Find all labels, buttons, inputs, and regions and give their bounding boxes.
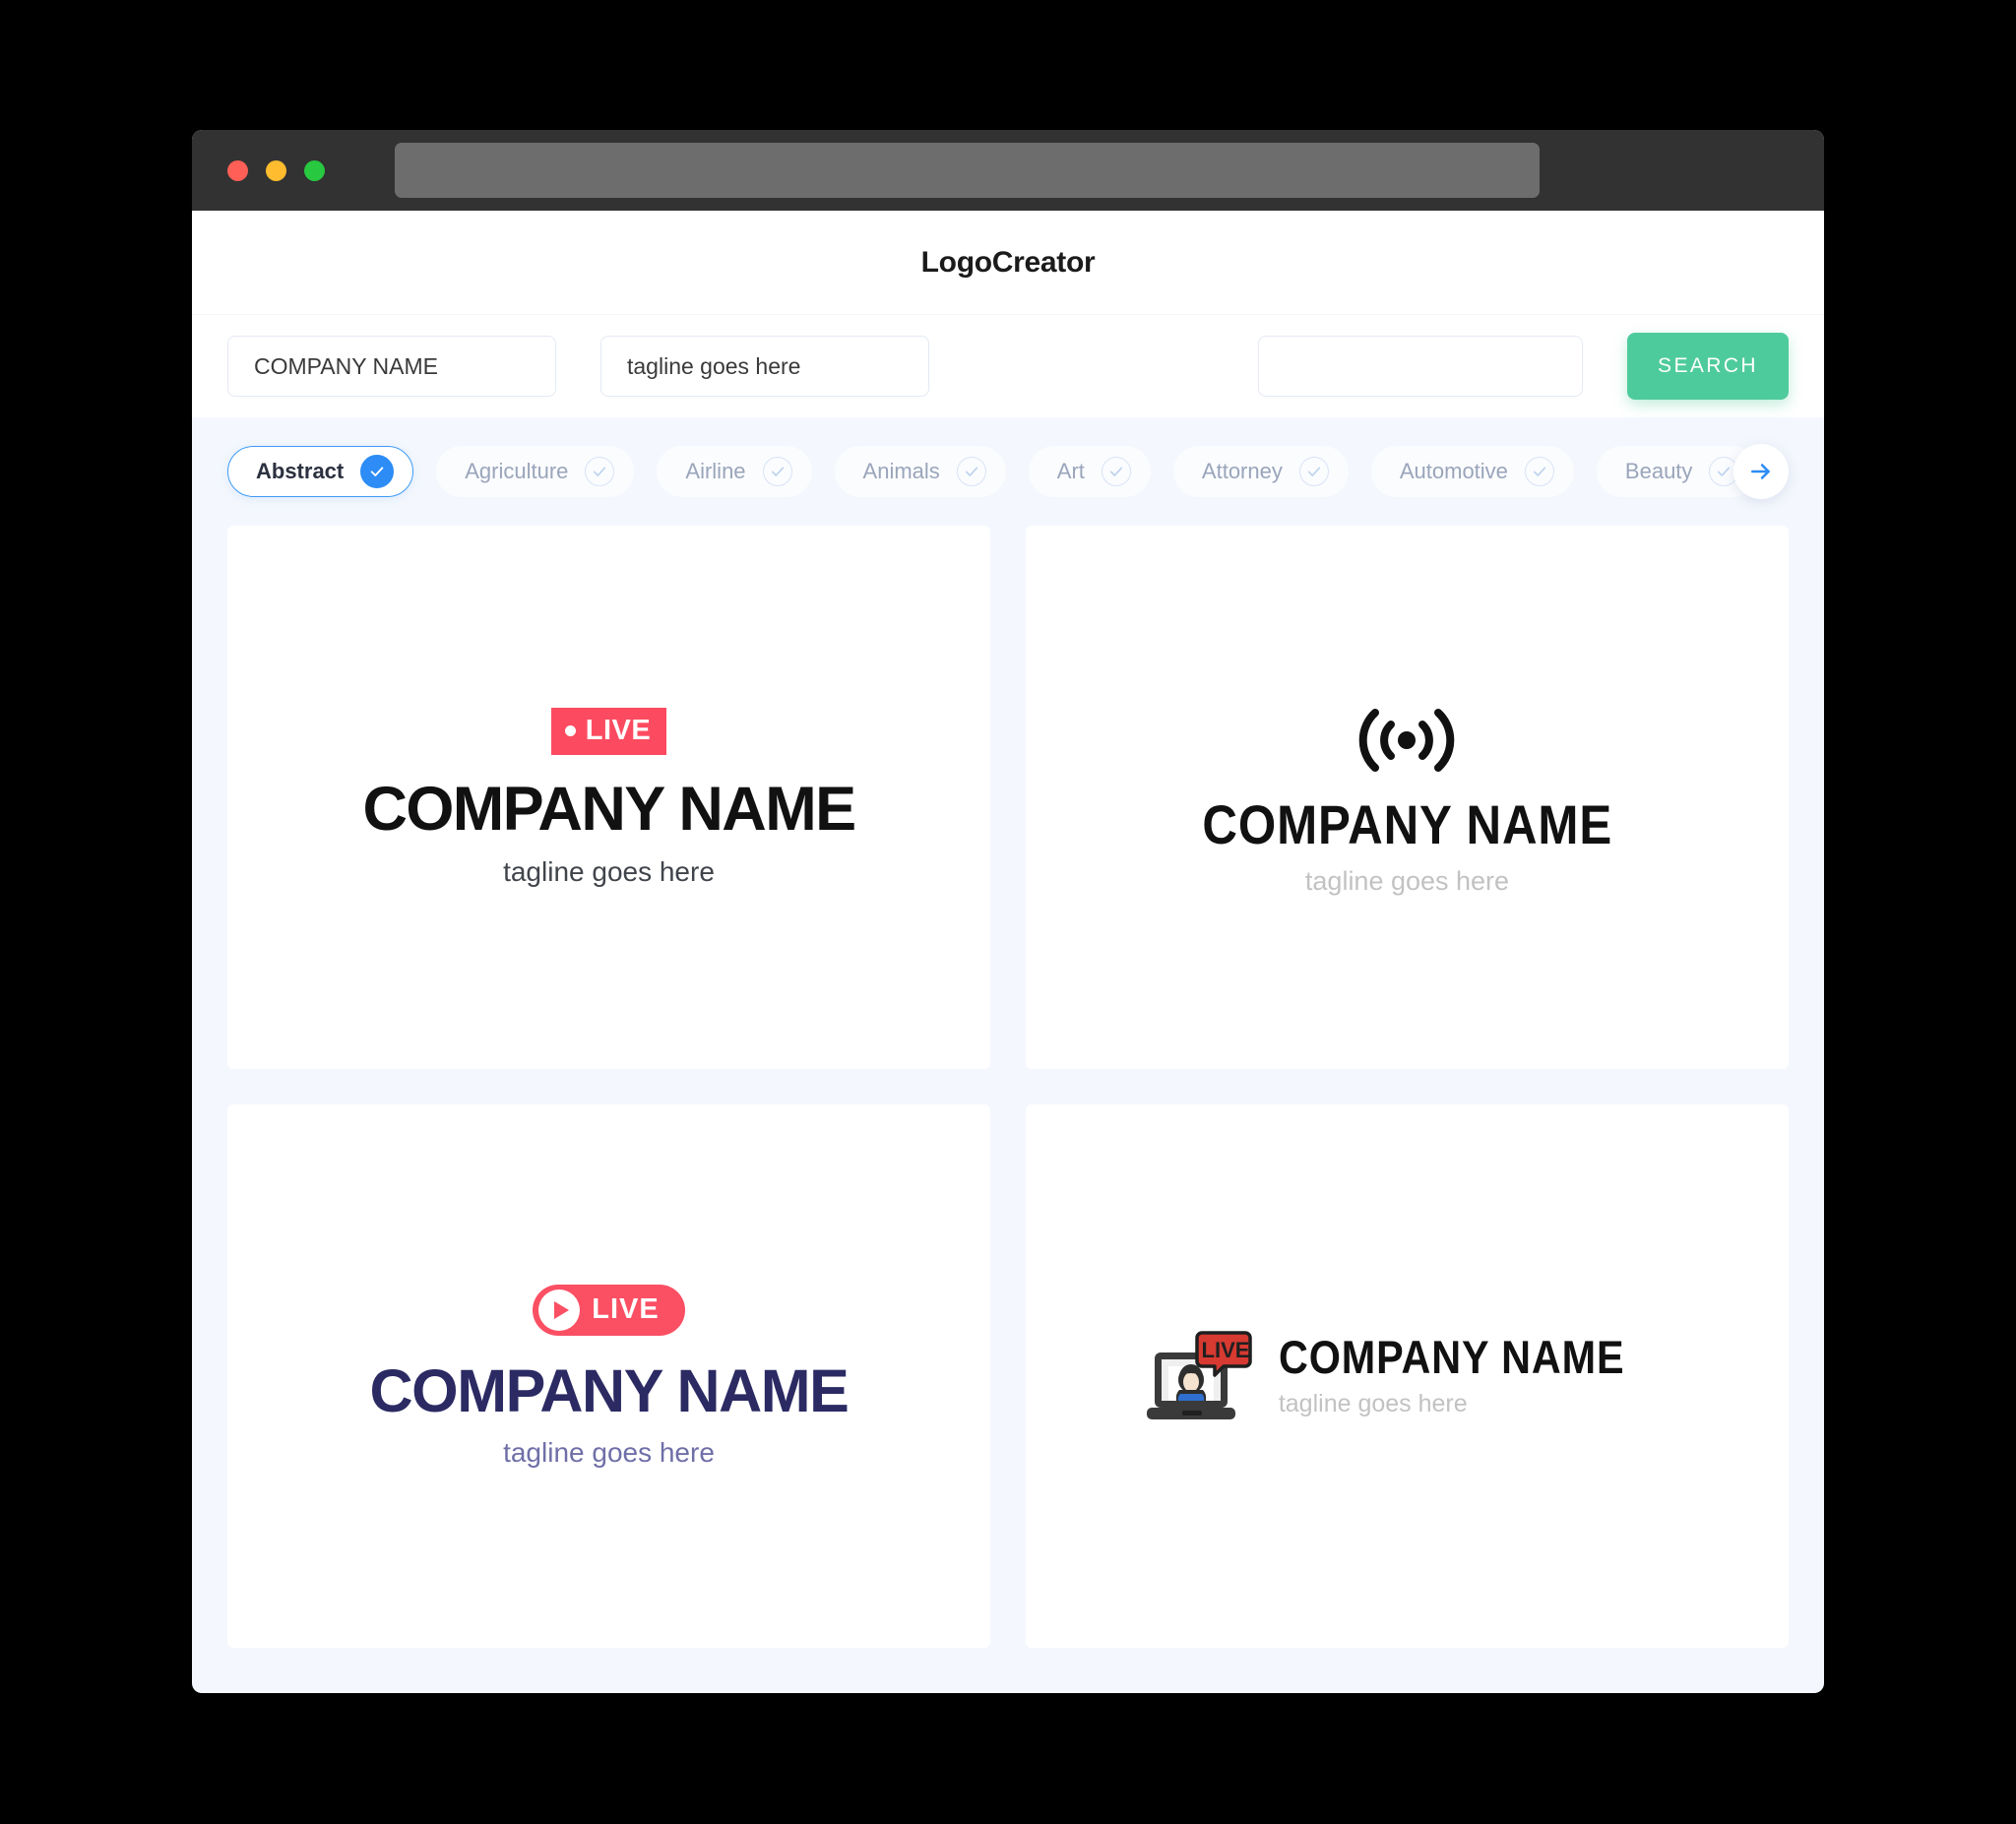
category-chip-animals[interactable]: Animals bbox=[834, 446, 1006, 497]
browser-window: LogoCreator SEARCH Abstract Agriculture … bbox=[192, 130, 1824, 1693]
category-chip-label: Automotive bbox=[1399, 459, 1508, 483]
laptop-live-streamer-icon: LIVE bbox=[1146, 1331, 1252, 1419]
keyword-input[interactable] bbox=[1258, 336, 1583, 397]
arrow-right-icon bbox=[1751, 464, 1770, 479]
logo-tagline: tagline goes here bbox=[1278, 1390, 1468, 1417]
live-badge-text: LIVE bbox=[592, 1293, 660, 1325]
logo-card-3[interactable]: LIVE COMPANY NAME tagline goes here bbox=[227, 1104, 990, 1648]
logo-tagline: tagline goes here bbox=[503, 1436, 715, 1468]
browser-titlebar bbox=[192, 130, 1824, 211]
category-chip-label: Beauty bbox=[1624, 459, 1693, 483]
category-chip-automotive[interactable]: Automotive bbox=[1370, 446, 1574, 497]
logo-preview: LIVE COMPANY NAME tagline goes here bbox=[362, 707, 857, 888]
check-circle-icon bbox=[762, 457, 792, 486]
category-chip-label: Abstract bbox=[256, 459, 345, 483]
logo-text-block: COMPANY NAME tagline goes here bbox=[1279, 1334, 1671, 1418]
category-chip-label: Airline bbox=[685, 459, 746, 483]
app-title: LogoCreator bbox=[920, 245, 1096, 279]
check-circle-icon bbox=[1298, 457, 1329, 486]
category-chip-label: Attorney bbox=[1201, 459, 1283, 483]
check-circle-icon bbox=[956, 457, 986, 486]
check-circle-icon bbox=[360, 455, 395, 488]
category-chip-label: Art bbox=[1056, 459, 1085, 483]
logo-tagline: tagline goes here bbox=[1304, 865, 1510, 896]
url-bar[interactable] bbox=[395, 143, 1540, 198]
tagline-input[interactable] bbox=[600, 336, 929, 397]
logo-card-4[interactable]: LIVE COMPANY NAME tagline goes here bbox=[1026, 1104, 1789, 1648]
next-categories-button[interactable] bbox=[1733, 444, 1789, 499]
category-chip-abstract[interactable]: Abstract bbox=[227, 446, 414, 497]
logo-tagline: tagline goes here bbox=[503, 855, 715, 887]
close-window-button[interactable] bbox=[227, 159, 248, 181]
check-circle-icon bbox=[1524, 457, 1554, 486]
live-dot-icon bbox=[564, 724, 576, 736]
live-badge-text: LIVE bbox=[585, 714, 652, 746]
logo-preview: LIVE COMPANY NAME tagline goes here bbox=[1143, 1321, 1671, 1431]
logo-card-2[interactable]: COMPANY NAME tagline goes here bbox=[1026, 526, 1789, 1069]
live-badge-flat-icon: LIVE bbox=[550, 707, 667, 755]
search-button[interactable]: SEARCH bbox=[1627, 333, 1789, 400]
live-play-pill-icon: LIVE bbox=[533, 1284, 685, 1336]
search-toolbar: SEARCH bbox=[192, 314, 1824, 417]
logo-company-name: COMPANY NAME bbox=[362, 774, 857, 844]
category-chip-label: Agriculture bbox=[465, 459, 569, 483]
logo-results-grid: LIVE COMPANY NAME tagline goes here COMP… bbox=[192, 526, 1824, 1683]
category-chip-airline[interactable]: Airline bbox=[657, 446, 812, 497]
play-button-icon bbox=[538, 1289, 581, 1331]
category-chip-art[interactable]: Art bbox=[1028, 446, 1151, 497]
maximize-window-button[interactable] bbox=[304, 159, 325, 181]
logo-company-name: COMPANY NAME bbox=[1202, 792, 1612, 855]
category-filter-bar: Abstract Agriculture Airline Animals Art bbox=[192, 417, 1824, 526]
svg-text:LIVE: LIVE bbox=[1201, 1338, 1249, 1362]
logo-preview: LIVE COMPANY NAME tagline goes here bbox=[369, 1284, 850, 1469]
category-chip-label: Animals bbox=[862, 459, 940, 483]
check-circle-icon bbox=[585, 457, 615, 486]
category-chip-attorney[interactable]: Attorney bbox=[1172, 446, 1349, 497]
logo-company-name: COMPANY NAME bbox=[369, 1356, 850, 1424]
app-header: LogoCreator bbox=[192, 211, 1824, 314]
category-chip-agriculture[interactable]: Agriculture bbox=[436, 446, 635, 497]
minimize-window-button[interactable] bbox=[266, 159, 286, 181]
broadcast-signal-icon bbox=[1348, 699, 1466, 782]
company-name-input[interactable] bbox=[227, 336, 556, 397]
traffic-lights bbox=[227, 159, 325, 181]
logo-company-name: COMPANY NAME bbox=[1278, 1331, 1625, 1383]
check-circle-icon bbox=[1101, 457, 1131, 486]
logo-card-1[interactable]: LIVE COMPANY NAME tagline goes here bbox=[227, 526, 990, 1069]
logo-preview: COMPANY NAME tagline goes here bbox=[1174, 699, 1641, 897]
